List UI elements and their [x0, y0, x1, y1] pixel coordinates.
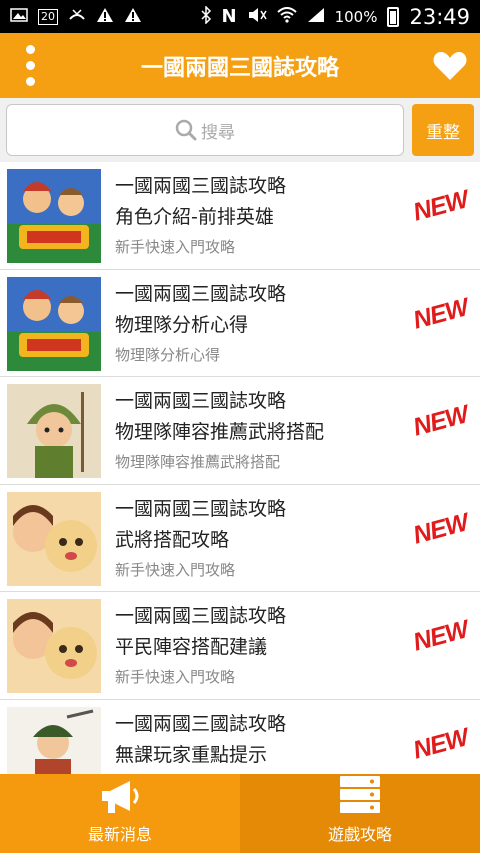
signal-icon	[307, 7, 325, 26]
new-badge: NEW	[409, 507, 471, 550]
battery-icon	[387, 6, 400, 27]
bottom-nav: 最新消息 遊戲攻略	[0, 774, 480, 853]
article-thumbnail	[7, 169, 101, 263]
article-category: 新手快速入門攻略	[115, 668, 236, 686]
search-icon	[175, 119, 197, 141]
list-item[interactable]: 一國兩國三國誌攻略 物理隊陣容推薦武將搭配 物理隊陣容推薦武將搭配 NEW	[0, 377, 480, 485]
wifi-icon	[276, 7, 297, 26]
new-badge: NEW	[409, 400, 471, 442]
article-title: 一國兩國三國誌攻略	[115, 282, 287, 305]
list-item[interactable]: 一國兩國三國誌攻略 角色介紹-前排英雄 新手快速入門攻略 NEW	[0, 162, 480, 270]
list-item[interactable]: 一國兩國三國誌攻略 武將搭配攻略 新手快速入門攻略 NEW	[0, 485, 480, 592]
tab-news[interactable]: 最新消息	[0, 774, 240, 853]
article-thumbnail	[7, 384, 101, 478]
warning-icon	[96, 7, 114, 26]
warning-icon	[124, 7, 142, 26]
calendar-icon: 20	[38, 8, 58, 25]
new-badge: NEW	[409, 615, 471, 657]
favorite-button[interactable]	[420, 33, 480, 98]
page-title: 一國兩國三國誌攻略	[140, 55, 339, 81]
article-title: 一國兩國三國誌攻略	[115, 390, 287, 412]
list-item[interactable]: 一國兩國三國誌攻略 無課玩家重點提示 NEW	[0, 700, 480, 774]
new-badge: NEW	[409, 185, 471, 227]
article-subtitle: 物理隊陣容推薦武將搭配	[115, 421, 325, 443]
search-bar: 搜尋 重整	[0, 98, 480, 162]
nfc-icon: N	[221, 5, 237, 27]
tab-guide-label: 遊戲攻略	[327, 825, 392, 844]
article-thumbnail	[7, 599, 101, 693]
bluetooth-icon	[200, 5, 212, 27]
image-icon	[10, 8, 28, 25]
app-bar: 一國兩國三國誌攻略	[0, 33, 480, 98]
new-badge: NEW	[409, 292, 471, 335]
clock: 23:49	[409, 4, 470, 29]
article-title: 一國兩國三國誌攻略	[115, 175, 287, 197]
reset-button[interactable]: 重整	[412, 104, 474, 156]
new-badge: NEW	[409, 722, 471, 765]
article-subtitle: 平民陣容搭配建議	[115, 636, 268, 658]
missed-call-icon	[68, 7, 86, 26]
article-category: 新手快速入門攻略	[115, 560, 236, 579]
article-category: 物理隊分析心得	[115, 345, 221, 364]
article-list: 一國兩國三國誌攻略 角色介紹-前排英雄 新手快速入門攻略 NEW 一國兩國三國誌…	[0, 162, 480, 774]
article-thumbnail	[7, 276, 101, 371]
article-title: 一國兩國三國誌攻略	[115, 712, 287, 735]
article-subtitle: 武將搭配攻略	[115, 528, 230, 551]
tab-guide[interactable]: 遊戲攻略	[240, 774, 480, 853]
article-thumbnail	[7, 491, 101, 586]
status-bar: 20 N 100% 23:49	[0, 0, 480, 33]
list-item[interactable]: 一國兩國三國誌攻略 平民陣容搭配建議 新手快速入門攻略 NEW	[0, 592, 480, 700]
article-thumbnail	[7, 706, 101, 774]
server-list-icon	[340, 776, 380, 813]
search-input[interactable]: 搜尋	[6, 104, 404, 156]
article-subtitle: 無課玩家重點提示	[115, 743, 268, 766]
article-title: 一國兩國三國誌攻略	[115, 497, 287, 520]
article-category: 新手快速入門攻略	[115, 238, 236, 256]
battery-percent: 100%	[334, 7, 378, 26]
megaphone-icon	[102, 781, 139, 813]
overflow-menu-icon[interactable]	[0, 33, 60, 98]
article-subtitle: 角色介紹-前排英雄	[115, 206, 274, 228]
article-title: 一國兩國三國誌攻略	[115, 605, 287, 627]
tab-news-label: 最新消息	[87, 825, 152, 844]
article-category: 物理隊陣容推薦武將搭配	[115, 453, 281, 471]
heart-icon	[433, 51, 467, 80]
search-placeholder: 搜尋	[201, 122, 235, 143]
list-item[interactable]: 一國兩國三國誌攻略 物理隊分析心得 物理隊分析心得 NEW	[0, 270, 480, 377]
mute-icon	[247, 7, 267, 26]
article-subtitle: 物理隊分析心得	[115, 313, 249, 336]
